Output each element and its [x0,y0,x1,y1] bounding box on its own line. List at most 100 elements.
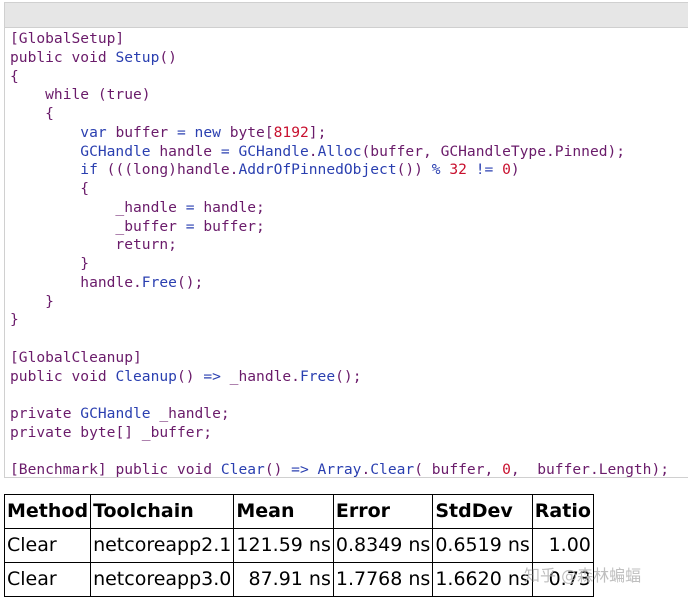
code-token: != [475,161,503,179]
code-line: while (true) [10,86,688,105]
code-token: , _buffer.Length); [510,461,670,478]
code-body: [GlobalSetup] public void Setup(){ while … [5,28,688,478]
code-token: () [176,367,204,385]
column-header-toolchain: Toolchain [90,494,235,529]
code-token: . [308,142,318,160]
code-line: { [10,180,688,199]
code-token: public void [115,461,221,478]
code-line: public void Setup() [10,49,688,68]
code-token: byte[] _buffer; [80,423,213,441]
code-token: private [10,405,81,422]
column-header-error: Error [332,494,434,529]
code-token: (((long)handle. [106,161,239,179]
table-cell: netcoreapp3.0 [90,562,235,597]
code-token: byte[ [229,123,274,141]
code-token: = [220,142,239,160]
code-panel-header [5,3,688,28]
code-line: var buffer = new byte[8192]; [10,124,688,143]
code-token: => [291,461,318,478]
code-token: Alloc [317,142,362,160]
code-line: _buffer = buffer; [10,218,688,237]
code-line: if (((long)handle.AddrOfPinnedObject()) … [10,161,688,180]
code-line: { [10,68,688,87]
table-cell: 87.91 ns [233,562,334,597]
code-token: { [10,67,19,85]
table-cell: 1.7768 ns [332,562,434,597]
code-token: ]; [308,123,327,141]
results-body: Clear netcoreapp2.1 121.59 ns 0.8349 ns 0.65… [3,528,594,597]
code-token: } [10,311,19,329]
code-token: AddrOfPinnedObject [238,161,397,179]
code-line: [GlobalSetup] [10,30,688,49]
code-token: 8192 [273,123,309,141]
code-token: ()) [396,161,432,179]
code-token: . [361,461,371,478]
code-token: _handle; [159,405,230,422]
code-line: private GCHandle _handle; [10,405,688,424]
code-token: (_buffer, [414,461,503,478]
code-token: 0 [502,161,511,179]
code-line: { [10,105,688,124]
table-row: Clear netcoreapp3.0 87.91 ns 1.7768 ns 1.662… [3,562,594,597]
code-token: () [159,48,177,66]
code-panel: [GlobalSetup] public void Setup(){ while … [4,2,688,478]
code-token: = [185,217,204,235]
code-token: GCHandle [80,405,160,422]
code-token: Free [299,367,336,385]
code-token: Setup [115,48,160,66]
code-token: handle. [10,273,142,291]
code-token: new [194,123,230,141]
code-line: public void Cleanup() => _handle.Free(); [10,368,688,387]
code-token: Clear [220,461,265,478]
code-token: } [10,255,90,272]
code-token: handle [159,142,221,160]
code-token: [Benchmark] [10,461,116,478]
table-cell: netcoreapp2.1 [90,528,235,563]
code-token: _handle [10,198,186,216]
column-header-mean: Mean [233,494,334,529]
column-header-ratio: Ratio [531,494,594,529]
code-token: ) [510,161,520,179]
table-cell: Clear [3,562,92,597]
code-line: } [10,311,688,330]
code-token: { [10,180,90,197]
code-token: (); [176,273,204,291]
code-line: _handle = handle; [10,199,688,218]
column-header-method: Method [3,494,92,529]
code-token: var [10,123,116,141]
benchmark-results-table: Method Toolchain Mean Error StdDev Ratio Clea… [3,494,594,597]
results-header-row: Method Toolchain Mean Error StdDev Ratio [3,494,594,529]
code-token: 0 [502,461,511,478]
code-token: (buffer, GCHandleType.Pinned); [361,142,626,160]
watermark: 知乎 @森林蝙蝠 [524,566,642,585]
code-line: private byte[] _buffer; [10,424,688,443]
table-row: Clear netcoreapp2.1 121.59 ns 0.8349 ns 0.65… [3,528,594,563]
table-cell: 121.59 ns [233,528,334,563]
code-token: Array [317,461,362,478]
code-token: 32 [449,161,476,179]
code-token: GCHandle [238,142,309,160]
code-token: (); [335,367,362,385]
code-token: public void [10,48,116,66]
code-token: public void [10,367,116,385]
code-token: [GlobalCleanup] [10,348,142,366]
code-token: => [203,367,230,385]
table-cell: 1.6620 ns [432,562,533,597]
code-token: () [264,461,292,478]
code-line: } [10,293,688,312]
table-cell: 0.8349 ns [332,528,434,563]
code-token: buffer [115,123,177,141]
code-token: Cleanup [115,367,177,385]
code-token: while (true) [10,86,151,104]
code-token: return; [10,236,177,254]
code-line: [Benchmark] public void Clear() => Array… [10,461,688,478]
code-line: GCHandle handle = GCHandle.Alloc(buffer,… [10,143,688,162]
column-header-stddev: StdDev [432,494,533,529]
code-token: GCHandle [10,142,160,160]
code-token: } [10,292,54,310]
code-token: Free [141,273,177,291]
code-token: Clear [370,461,415,478]
code-token: handle; [203,198,265,216]
